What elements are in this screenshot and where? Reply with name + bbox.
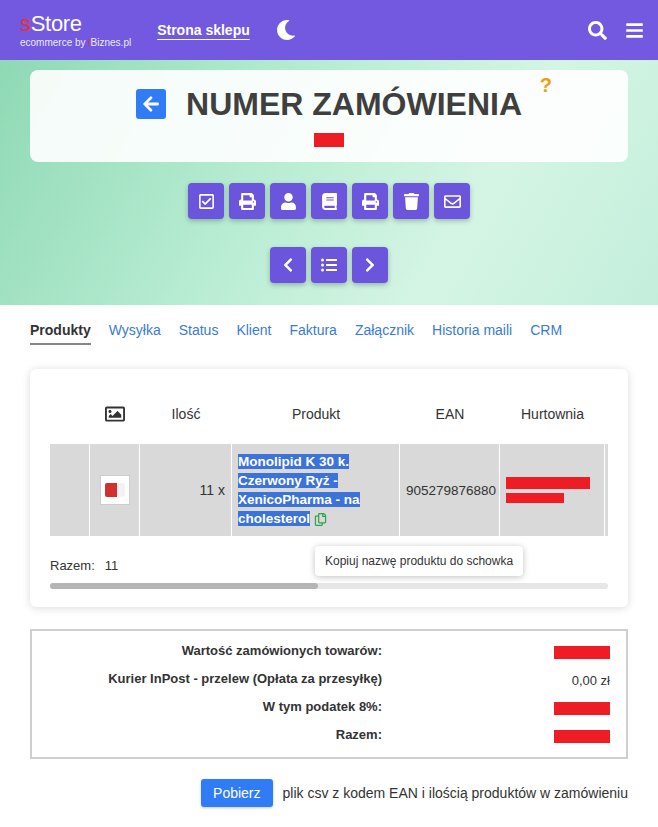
tab[interactable]: Status [179,322,219,345]
column-header: Produkt [232,389,400,439]
chevron-left-icon [280,257,296,273]
column-header: EAN [400,389,500,439]
toolbar-button[interactable] [188,183,224,219]
order-nav [270,247,388,283]
tab[interactable]: Faktura [289,322,336,345]
user-icon [280,193,297,210]
summary-value [392,727,610,745]
table-row[interactable]: 11 xMonolipid K 30 k. Czerwony Ryż - Xen… [50,444,608,536]
tab[interactable]: Wysyłka [109,322,161,345]
chevron-right-icon [362,257,378,273]
hero: NUMER ZAMÓWIENIA? [0,60,658,305]
toolbar-button[interactable] [434,183,470,219]
nav-button[interactable] [352,247,388,283]
toolbar-button[interactable] [352,183,388,219]
column-header: Hurtownia [500,389,605,439]
trash-icon [403,193,420,210]
search-icon[interactable] [588,21,607,40]
wholesaler-cell [500,444,605,536]
toolbar-button[interactable] [311,183,347,219]
tooltip: Kopiuj nazwę produktu do schowka [315,546,523,576]
product-thumbnail [100,475,130,505]
scrollbar-thumb[interactable] [50,583,318,589]
scrollbar[interactable] [50,583,608,589]
copy-icon[interactable] [314,513,327,526]
title-card: NUMER ZAMÓWIENIA? [30,70,628,162]
qty-cell: 11 x [140,444,232,536]
tab[interactable]: CRM [530,322,562,345]
tab[interactable]: Produkty [30,322,91,345]
summary-value [392,699,610,717]
order-number-redacted [314,133,344,147]
summary-label: W tym podatek 8%: [48,699,382,717]
tab[interactable]: Załącznik [355,322,414,345]
summary-value [392,643,610,661]
toolbar-button[interactable] [229,183,265,219]
arrow-left-icon [142,95,160,113]
download-row: Pobierz plik csv z kodem EAN i ilością pr… [0,759,658,807]
tab[interactable]: Klient [236,322,271,345]
products-card: IlośćProduktEANHurtownia11 xMonolipid K … [30,369,628,607]
download-button[interactable]: Pobierz [201,779,272,807]
summary-label: Razem: [48,727,382,745]
envelope-icon [444,193,461,210]
order-summary: Wartość zamówionych towarów: Kurier InPos… [30,629,628,759]
help[interactable]: ? [540,74,552,97]
shop-link[interactable]: Strona sklepu [157,22,250,38]
products-table: IlośćProduktEANHurtownia11 xMonolipid K … [50,389,608,536]
nav-button[interactable] [270,247,306,283]
download-text: plik csv z kodem EAN i ilością produktów… [283,785,628,801]
toolbar-button[interactable] [393,183,429,219]
page: sStoreecommerce by iBiznes.pl Strona skle… [0,0,658,827]
tabs: Produkty Wysyłka Status Klient Faktura Załącz… [0,305,658,345]
product-name[interactable]: Monolipid K 30 k. Czerwony Ryż - XenicoP… [238,454,360,526]
image-icon [105,404,125,424]
logo[interactable]: sStoreecommerce by iBiznes.pl [20,13,131,48]
summary-value: 0,00 zł [392,671,610,689]
printer-icon [362,193,379,210]
back-button[interactable] [136,89,166,119]
column-header: Ilość [140,389,232,439]
nav-button[interactable] [311,247,347,283]
book-icon [321,193,338,210]
check-icon [198,193,215,210]
summary-label: Wartość zamówionych towarów: [48,643,382,661]
menu-icon[interactable] [625,21,644,40]
table-header: IlośćProduktEANHurtownia [50,389,608,439]
ean-cell: 905279876880 [400,444,500,536]
tab[interactable]: Historia maili [432,322,512,345]
toolbar-button[interactable] [270,183,306,219]
print-edit-icon [239,193,256,210]
moon-icon[interactable] [276,20,296,40]
product-cell: Monolipid K 30 k. Czerwony Ryż - XenicoP… [232,444,400,536]
top-bar: sStoreecommerce by iBiznes.pl Strona skle… [0,0,658,60]
summary-label: Kurier InPost - przelew (Opłata za przes… [48,671,382,689]
list-icon [321,257,337,273]
page-title: NUMER ZAMÓWIENIA [186,86,522,123]
toolbar [188,183,470,219]
